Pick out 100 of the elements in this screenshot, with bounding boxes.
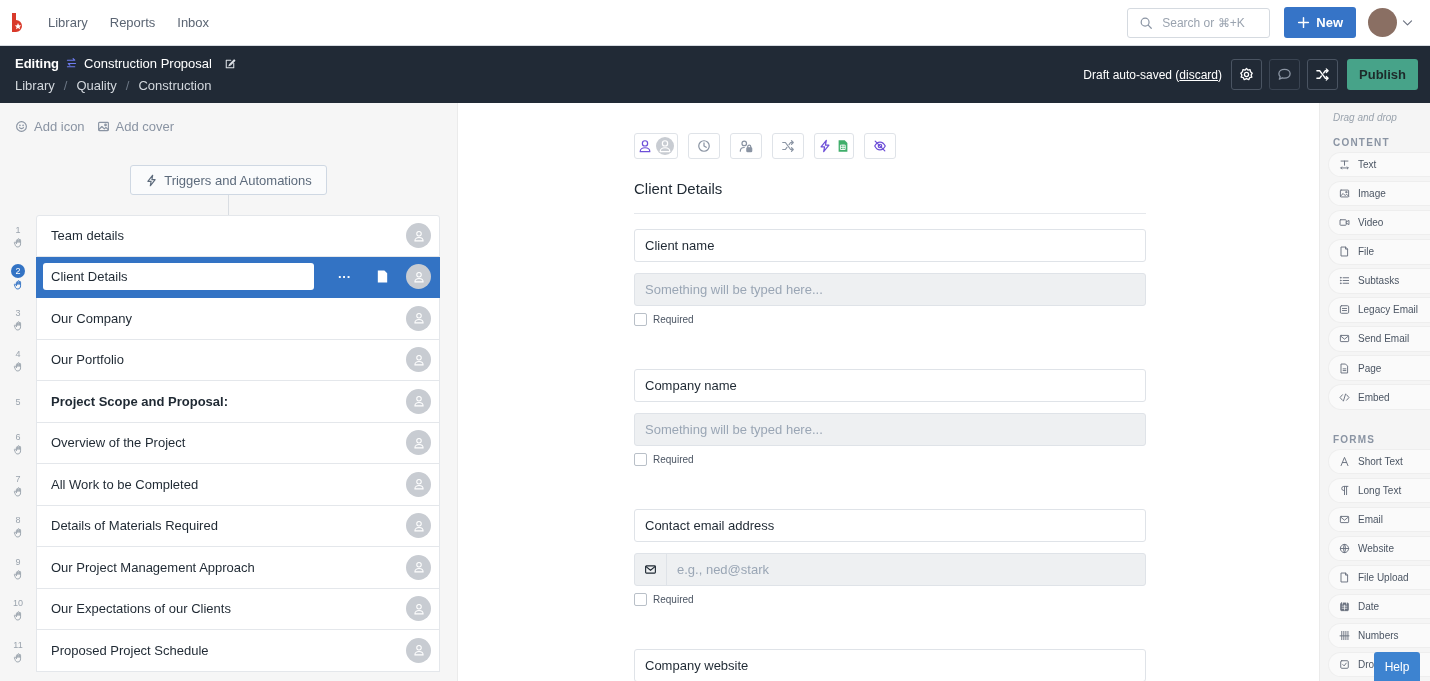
pilcrow-icon [1339,484,1350,496]
comment-button[interactable] [1269,59,1301,90]
person-icon [412,395,425,408]
shuffle-button[interactable] [1307,59,1339,90]
nav-link[interactable]: Library [48,15,88,30]
block-item[interactable]: Long Text [1328,477,1430,504]
step-row[interactable]: Overview of the Project [36,422,440,464]
block-item[interactable]: File [1328,239,1430,265]
assignee-button[interactable] [634,133,678,159]
step-row[interactable]: Team details [36,215,440,257]
edit-icon[interactable] [223,57,236,70]
block-item[interactable]: Embed [1328,384,1430,410]
drag-hint: Drag and drop [1333,112,1398,123]
more-button[interactable]: ··· [330,269,359,285]
block-item[interactable]: Numbers [1328,623,1430,649]
block-item[interactable]: Image [1328,181,1430,207]
required-checkbox[interactable] [634,593,647,606]
due-date-button[interactable] [688,133,720,159]
block-item[interactable]: Page [1328,355,1430,381]
document-title: Construction Proposal [84,56,212,71]
lightning-icon [145,173,159,187]
required-checkbox[interactable] [634,313,647,326]
block-item[interactable]: Send Email [1328,326,1430,352]
new-button[interactable]: New [1284,7,1356,38]
field-label-input[interactable]: Company website [634,649,1146,681]
breadcrumb-link[interactable]: Construction [138,78,212,93]
step-title: Team details [51,228,125,244]
step-row[interactable]: Details of Materials Required [36,505,440,547]
person-icon [412,436,425,449]
block-item[interactable]: Legacy Email [1328,297,1430,323]
envelope-icon [644,563,657,576]
autosave-status: Draft auto-saved (discard) [1083,67,1223,82]
block-item[interactable]: Text [1328,152,1430,178]
breadcrumb-separator: / [63,78,68,93]
breadcrumb-link[interactable]: Library [15,78,55,93]
step-number: 10 [13,597,23,610]
nav-link[interactable]: Inbox [177,15,210,30]
hand-icon[interactable] [12,444,24,456]
image-icon [1339,188,1350,200]
block-item[interactable]: File Upload [1328,564,1430,591]
hand-icon[interactable] [12,527,24,539]
block-item[interactable]: Date [1328,593,1430,620]
publish-button[interactable]: Publish [1347,59,1418,90]
visibility-button[interactable] [864,133,896,159]
required-label: Required [653,594,694,605]
field-label-input[interactable]: Company name [634,369,1146,402]
hand-icon[interactable] [12,361,24,373]
step-row[interactable]: Our Portfolio [36,339,440,381]
triggers-button[interactable]: Triggers and Automations [130,165,327,195]
step-title-field[interactable]: Client Details [43,263,314,291]
globe-icon [1339,543,1350,555]
block-item[interactable]: Website [1328,535,1430,562]
step-title: Our Expectations of our Clients [51,601,232,617]
step-row[interactable]: Project Scope and Proposal: [36,381,440,423]
step-title: Details of Materials Required [51,518,219,534]
block-item[interactable]: Email [1328,506,1430,533]
step-title: Our Company [51,310,133,326]
hand-icon[interactable] [12,568,24,580]
section-title: Client Details [634,180,1146,214]
block-item[interactable]: Video [1328,210,1430,236]
hand-icon[interactable] [12,319,24,331]
text-field[interactable]: Something will be typed here... [634,273,1146,306]
breadcrumb-link[interactable]: Quality [76,78,117,93]
avatar[interactable] [1368,8,1397,37]
block-item[interactable]: Subtasks [1328,268,1430,294]
step-row[interactable]: Client Details ··· [36,256,440,298]
search-field[interactable]: Search or ⌘+K [1127,7,1271,38]
discard-link[interactable]: discard [1179,67,1219,82]
step-row[interactable]: Our Expectations of our Clients [36,588,440,630]
settings-button[interactable] [1231,59,1263,90]
hand-icon[interactable] [12,236,24,248]
assignee-avatar[interactable] [406,264,431,290]
checkbox-icon [1339,659,1350,671]
video-icon [1339,217,1350,229]
step-number: 7 [15,472,21,485]
letter-icon [1339,455,1350,467]
lightning-icon [818,139,832,153]
email-field[interactable]: e.g., ned@stark [634,553,1146,586]
step-row[interactable]: Our Company [36,298,440,340]
hand-icon[interactable] [12,485,24,497]
hand-icon[interactable] [12,651,24,663]
permissions-button[interactable] [730,133,762,159]
automation-button[interactable] [814,133,854,159]
required-checkbox[interactable] [634,453,647,466]
mode-label: Editing [15,56,60,71]
flow-icon [65,57,79,70]
text-field[interactable]: Something will be typed here... [634,413,1146,446]
person-icon [412,602,425,615]
plus-icon [1297,16,1311,29]
hand-icon[interactable] [12,610,24,622]
step-row[interactable]: Proposed Project Schedule [36,630,440,672]
block-item[interactable]: Short Text [1328,448,1430,475]
hand-icon[interactable] [12,279,24,291]
field-label-input[interactable]: Client name [634,229,1146,262]
help-button[interactable]: Help [1374,652,1420,681]
nav-link[interactable]: Reports [109,15,156,30]
person-icon [638,139,652,153]
step-row[interactable]: Our Project Management Approach [36,547,440,589]
step-row[interactable]: All Work to be Completed [36,464,440,506]
field-label-input[interactable]: Contact email address [634,509,1146,542]
